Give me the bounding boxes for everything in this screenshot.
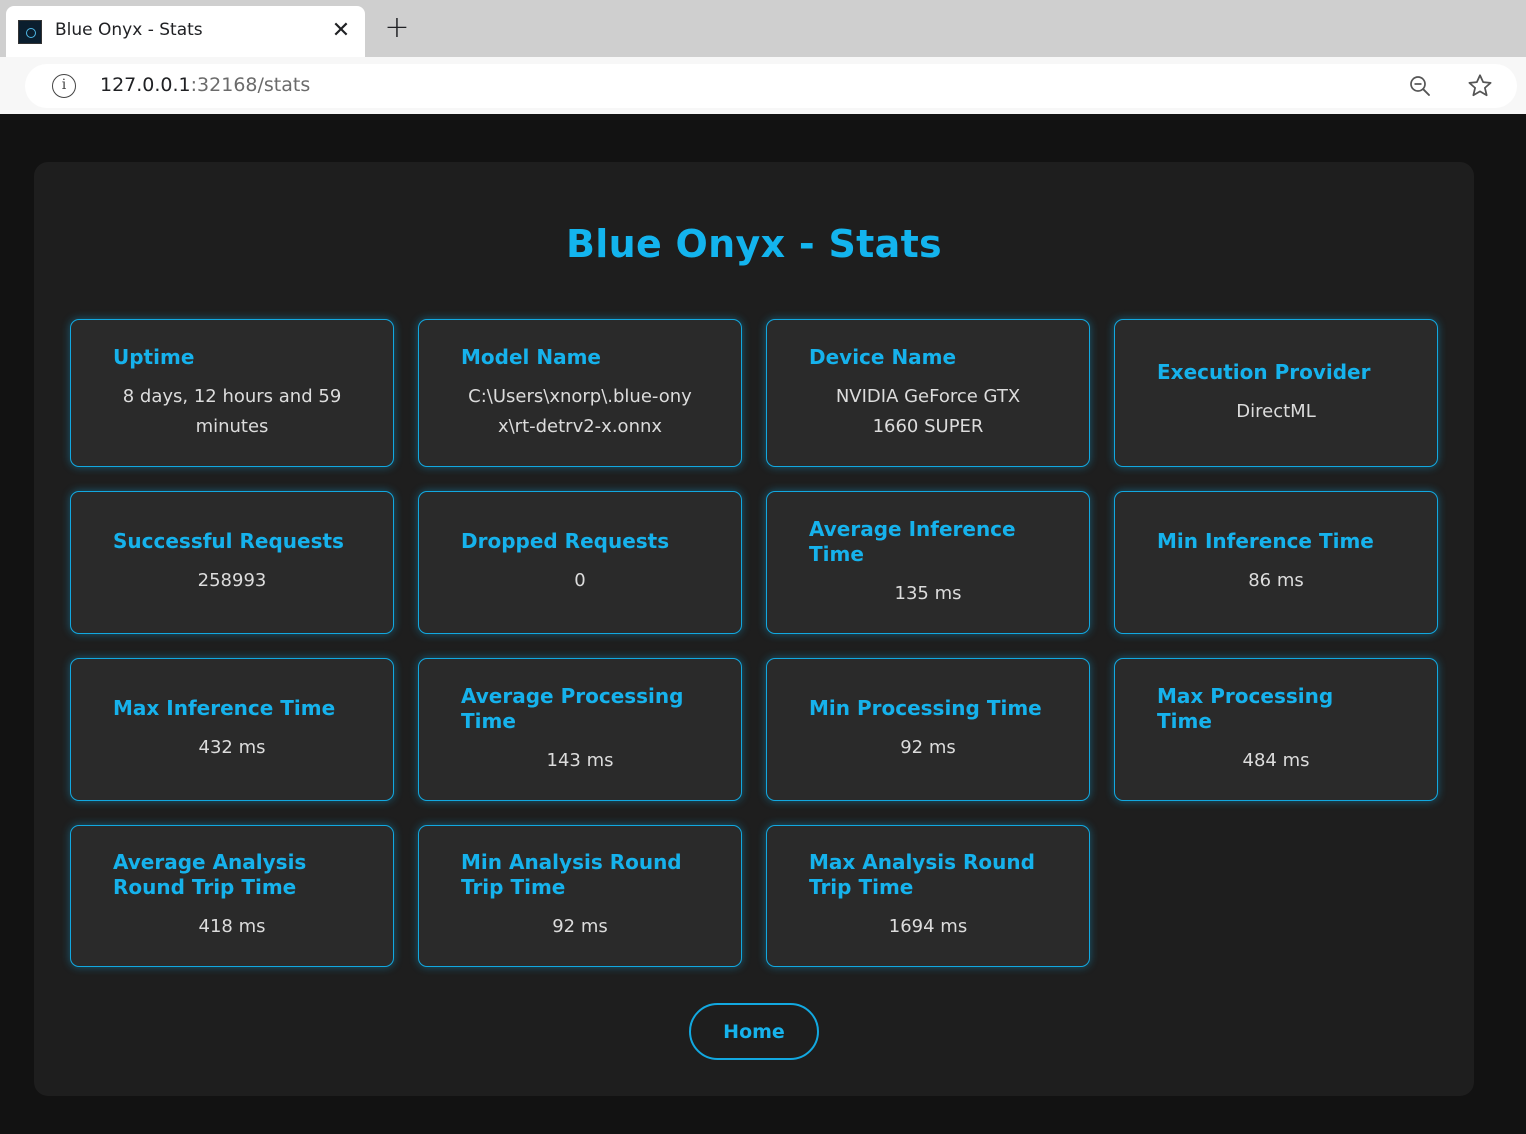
stat-label: Min Analysis Round Trip Time bbox=[461, 850, 682, 899]
zoom-out-icon[interactable] bbox=[1408, 74, 1432, 98]
bookmark-star-icon[interactable] bbox=[1466, 72, 1494, 100]
close-tab-icon[interactable]: ✕ bbox=[328, 18, 354, 44]
stat-card-successful-requests: Successful Requests 258993 bbox=[70, 491, 394, 634]
stat-label: Max Analysis Round Trip Time bbox=[809, 850, 1035, 899]
stat-card-uptime: Uptime 8 days, 12 hours and 59 minutes bbox=[70, 319, 394, 467]
stat-card-min-inference-time: Min Inference Time 86 ms bbox=[1114, 491, 1438, 634]
url-text[interactable]: 127.0.0.1:32168/stats bbox=[100, 74, 310, 96]
stat-value: 1694 ms bbox=[888, 916, 968, 937]
stat-label: Execution Provider bbox=[1157, 359, 1371, 384]
stat-card-average-processing-time: Average Processing Time 143 ms bbox=[418, 658, 742, 801]
stat-value: 418 ms bbox=[198, 916, 266, 937]
stat-label: Successful Requests bbox=[113, 529, 344, 553]
stats-panel: Blue Onyx - Stats Uptime 8 days, 12 hour… bbox=[34, 162, 1474, 1096]
stat-card-min-analysis-round-trip-time: Min Analysis Round Trip Time 92 ms bbox=[418, 825, 742, 967]
page-title: Blue Onyx - Stats bbox=[566, 222, 942, 266]
stat-card-max-analysis-round-trip-time: Max Analysis Round Trip Time 1694 ms bbox=[766, 825, 1090, 967]
stat-label: Average Inference Time bbox=[809, 516, 1016, 566]
stat-label: Min Inference Time bbox=[1157, 529, 1374, 553]
browser-tab[interactable]: Blue Onyx - Stats ✕ bbox=[6, 6, 365, 57]
tab-title: Blue Onyx - Stats bbox=[55, 20, 203, 40]
stat-value: 86 ms bbox=[1248, 570, 1304, 591]
stat-label: Min Processing Time bbox=[809, 696, 1042, 720]
stat-label: Model Name bbox=[461, 344, 601, 369]
stat-value: 92 ms bbox=[900, 737, 956, 758]
stat-label: Device Name bbox=[809, 344, 957, 369]
stat-card-max-processing-time: Max Processing Time 484 ms bbox=[1114, 658, 1438, 801]
stat-value: 8 days, 12 hours and 59 minutes bbox=[122, 385, 342, 437]
stat-value: 135 ms bbox=[894, 582, 962, 604]
page-body: Blue Onyx - Stats Uptime 8 days, 12 hour… bbox=[0, 114, 1526, 1134]
stat-label: Dropped Requests bbox=[461, 529, 670, 553]
home-button[interactable]: Home bbox=[689, 1003, 819, 1060]
stat-card-device-name: Device Name NVIDIA GeForce GTX 1660 SUPE… bbox=[766, 319, 1090, 467]
stat-label: Max Processing Time bbox=[1157, 683, 1334, 733]
stat-card-max-inference-time: Max Inference Time 432 ms bbox=[70, 658, 394, 801]
stat-value: 0 bbox=[574, 570, 586, 591]
stat-label: Average Analysis Round Trip Time bbox=[113, 850, 307, 899]
stat-value: 484 ms bbox=[1242, 749, 1310, 771]
stat-value: 258993 bbox=[197, 570, 267, 591]
stat-label: Uptime bbox=[113, 344, 195, 369]
stat-label: Max Inference Time bbox=[113, 696, 336, 720]
url-host: 127.0.0.1 bbox=[100, 74, 191, 96]
address-bar: i 127.0.0.1:32168/stats bbox=[0, 57, 1526, 114]
url-path: :32168/stats bbox=[190, 74, 311, 96]
stat-value: C:\Users\xnorp\.blue-onyx\rt-detrv2-x.on… bbox=[468, 385, 692, 437]
stat-card-min-processing-time: Min Processing Time 92 ms bbox=[766, 658, 1090, 801]
stat-value: 143 ms bbox=[546, 749, 614, 771]
stat-card-average-analysis-round-trip-time: Average Analysis Round Trip Time 418 ms bbox=[70, 825, 394, 967]
stat-card-dropped-requests: Dropped Requests 0 bbox=[418, 491, 742, 634]
stat-value: 432 ms bbox=[198, 737, 266, 758]
stat-value: DirectML bbox=[1236, 400, 1316, 422]
site-info-icon[interactable]: i bbox=[52, 74, 76, 98]
stat-card-model-name: Model Name C:\Users\xnorp\.blue-onyx\rt-… bbox=[418, 319, 742, 467]
url-field[interactable]: i 127.0.0.1:32168/stats bbox=[25, 64, 1517, 108]
stat-value: 92 ms bbox=[552, 916, 608, 937]
browser-tab-bar: Blue Onyx - Stats ✕ + bbox=[0, 0, 1526, 57]
new-tab-icon[interactable]: + bbox=[382, 13, 412, 44]
stat-card-average-inference-time: Average Inference Time 135 ms bbox=[766, 491, 1090, 634]
stat-label: Average Processing Time bbox=[461, 683, 684, 733]
stat-card-execution-provider: Execution Provider DirectML bbox=[1114, 319, 1438, 467]
stat-value: NVIDIA GeForce GTX 1660 SUPER bbox=[835, 385, 1021, 437]
favicon-icon bbox=[18, 20, 42, 44]
